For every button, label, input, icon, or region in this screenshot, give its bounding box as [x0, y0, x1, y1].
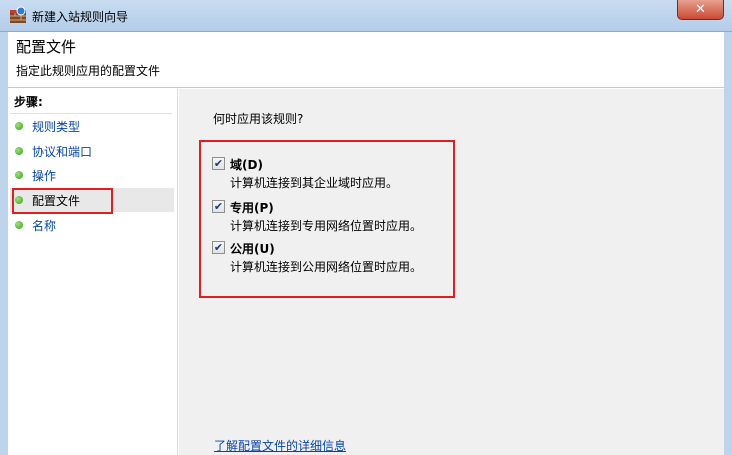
annotation-highlight-box	[199, 140, 455, 298]
learn-more-link[interactable]: 了解配置文件的详细信息	[214, 437, 346, 454]
steps-sidebar: 步骤: 规则类型 协议和端口 操作 配置文件 名称	[8, 89, 178, 455]
sidebar-item-rule-type[interactable]: 规则类型	[10, 114, 174, 138]
sidebar-item-label: 名称	[32, 218, 57, 233]
sidebar-item-label: 操作	[32, 168, 57, 183]
wizard-header: 配置文件 指定此规则应用的配置文件	[8, 32, 724, 88]
sidebar-item-protocol-ports[interactable]: 协议和端口	[10, 139, 174, 163]
sidebar-item-name[interactable]: 名称	[10, 213, 174, 237]
window-frame-left	[0, 32, 8, 455]
annotation-highlight-box	[12, 188, 113, 214]
question-label: 何时应用该规则?	[213, 112, 304, 126]
firewall-icon	[9, 6, 27, 24]
sidebar-item-label: 协议和端口	[32, 144, 93, 159]
window-title: 新建入站规则向导	[32, 10, 129, 24]
window-frame-right	[724, 32, 732, 455]
page-title: 配置文件	[16, 38, 77, 56]
page-subtitle: 指定此规则应用的配置文件	[16, 64, 161, 78]
title-bar: 新建入站规则向导 ✕	[0, 0, 732, 32]
close-button[interactable]: ✕	[677, 0, 724, 20]
sidebar-item-action[interactable]: 操作	[10, 163, 174, 187]
step-bullet-icon	[15, 147, 23, 155]
step-bullet-icon	[15, 122, 23, 130]
steps-label: 步骤:	[14, 95, 43, 109]
step-bullet-icon	[15, 221, 23, 229]
sidebar-item-label: 规则类型	[32, 119, 81, 134]
step-bullet-icon	[15, 171, 23, 179]
